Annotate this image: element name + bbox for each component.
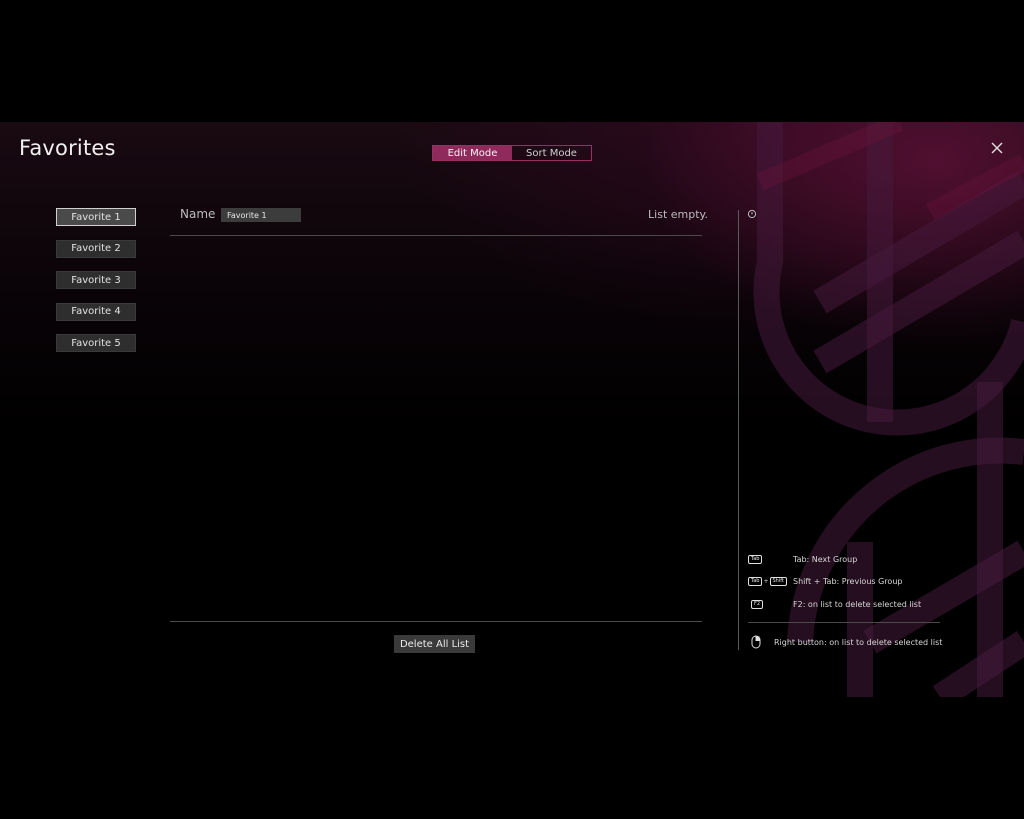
hint-next-group: Tab Tab: Next Group (748, 555, 857, 564)
name-label: Name (180, 207, 216, 221)
favorite-item-3[interactable]: Favorite 3 (56, 271, 136, 289)
hint-previous-group: Tab + Shift Shift + Tab: Previous Group (748, 577, 902, 586)
hint-text: F2: on list to delete selected list (793, 600, 922, 609)
favorite-item-5[interactable]: Favorite 5 (56, 334, 136, 352)
favorite-item-4[interactable]: Favorite 4 (56, 302, 136, 321)
screen: Favorites Edit Mode Sort Mode Favorite 1… (0, 0, 1024, 819)
list-status: List empty. (648, 208, 708, 221)
close-icon[interactable] (989, 140, 1005, 156)
favorites-list: Favorite 1 Favorite 2 Favorite 3 Favorit… (56, 208, 136, 366)
tab-key-icon: Tab (748, 555, 763, 564)
tab-key-icon: Tab (748, 577, 763, 586)
plus-glyph: + (763, 578, 769, 585)
dialog-title: Favorites (19, 136, 116, 160)
delete-all-list-button[interactable]: Delete All List (394, 635, 475, 653)
mouse-icon (751, 635, 761, 649)
favorites-dialog: Favorites Edit Mode Sort Mode Favorite 1… (0, 122, 1024, 697)
info-icon (747, 209, 757, 219)
mode-toggle: Edit Mode Sort Mode (432, 145, 592, 161)
sort-mode-button[interactable]: Sort Mode (512, 146, 591, 160)
name-field[interactable] (221, 208, 301, 222)
hint-right-button: Right button: on list to delete selected… (751, 635, 942, 649)
hint-text: Right button: on list to delete selected… (774, 637, 943, 647)
list-bottom-divider (170, 621, 702, 622)
edit-mode-button[interactable]: Edit Mode (433, 146, 512, 160)
hint-f2-delete: F2 F2: on list to delete selected list (748, 600, 921, 609)
help-panel-divider (738, 210, 739, 650)
f2-key-icon: F2 (751, 600, 764, 609)
shift-key-icon: Shift (769, 577, 787, 586)
favorite-item-1[interactable]: Favorite 1 (56, 208, 136, 226)
hint-divider (748, 622, 940, 623)
hint-text: Tab: Next Group (793, 555, 858, 564)
hint-text: Shift + Tab: Previous Group (793, 577, 903, 586)
favorite-channel-list[interactable] (170, 236, 702, 620)
favorite-item-2[interactable]: Favorite 2 (56, 239, 136, 258)
